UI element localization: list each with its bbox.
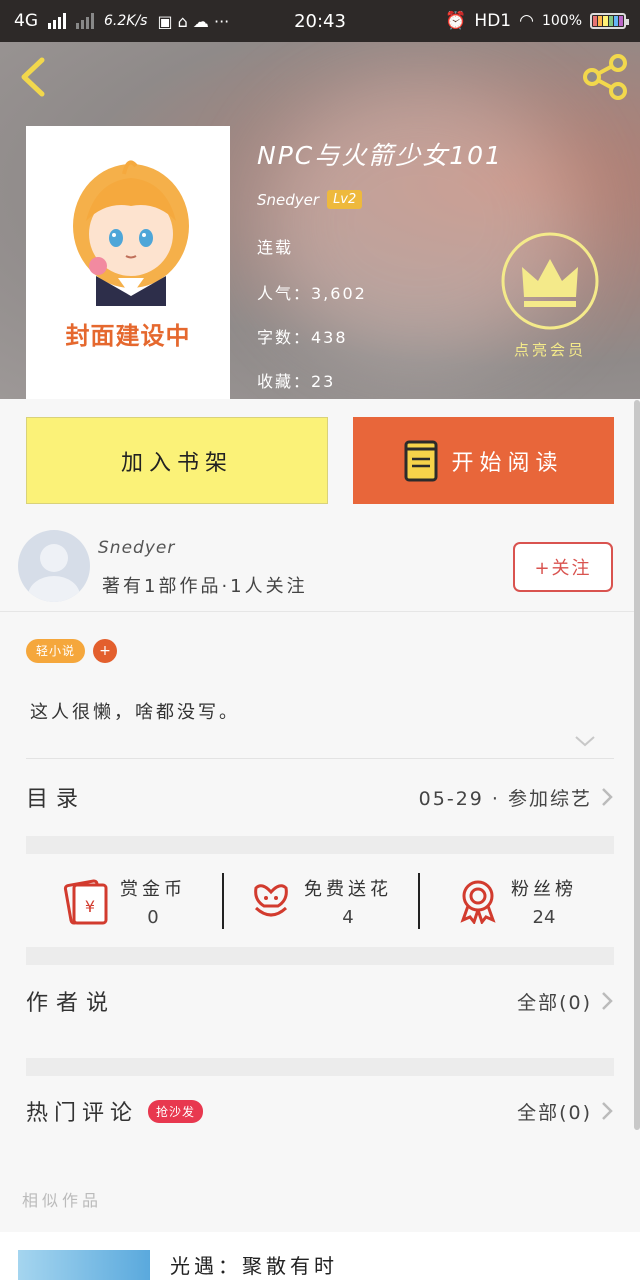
stat-label: 赏金币 (120, 878, 186, 900)
hot-comments-title: 热门评论 (26, 1101, 139, 1126)
stat-value: 24 (532, 906, 556, 928)
signal-icon (48, 13, 66, 29)
book-header: 封面建设中 NPC与火箭少女101 Snedyer Lv2 连载 人气：3,60… (0, 42, 640, 399)
chevron-down-icon (575, 736, 595, 747)
grab-sofa-badge: 抢沙发 (148, 1099, 204, 1123)
crown-icon (501, 232, 599, 330)
stat-fan-ranking[interactable]: 粉丝榜 24 (418, 857, 614, 945)
vip-button[interactable]: 点亮会员 (500, 231, 600, 361)
start-reading-button[interactable]: 开始阅读 (353, 417, 614, 504)
cover-placeholder-text: 封面建设中 (65, 322, 191, 350)
section-gap (26, 1058, 614, 1076)
hot-comments-row[interactable]: 热门评论 抢沙发 全部(0) (26, 1086, 614, 1136)
author-name[interactable]: Snedyer (257, 191, 319, 209)
section-gap (26, 836, 614, 854)
share-icon (583, 54, 627, 100)
alarm-icon: ⏰ (445, 11, 467, 31)
book-title: NPC与火箭少女101 (257, 141, 503, 170)
follow-button[interactable]: +关注 (513, 542, 613, 592)
book-intro: 这人很懒，啥都没写。 (30, 702, 240, 723)
add-tag-button[interactable]: + (93, 639, 118, 663)
add-to-shelf-label: 加入书架 (120, 450, 233, 476)
status-bar: 4G 6.2K/s ▣ ⌂ ☁ ··· 20:43 ⏰ HD1 ◠ 100% (0, 0, 640, 42)
book-cover[interactable]: 封面建设中 (26, 126, 230, 399)
stats-bar: ¥ 赏金币 0 免费送花 4 粉丝榜 24 (26, 857, 614, 945)
author-says-title: 作者说 (26, 991, 117, 1016)
add-to-shelf-button[interactable]: 加入书架 (26, 417, 328, 504)
network-label: 4G (14, 11, 38, 31)
notification-icons: ▣ ⌂ ☁ ··· (157, 11, 230, 31)
svg-text:¥: ¥ (85, 897, 95, 916)
catalog-title: 目录 (26, 787, 87, 812)
serial-status: 连载 (257, 238, 294, 257)
start-reading-label: 开始阅读 (451, 450, 564, 476)
vip-label: 点亮会员 (513, 341, 586, 359)
back-button[interactable] (14, 54, 54, 100)
book-icon (404, 440, 438, 481)
ribbon-award-icon (460, 880, 496, 924)
battery-icon (590, 13, 629, 29)
author-says-all: 全部(0) (517, 991, 592, 1014)
scrollbar[interactable] (634, 400, 640, 1130)
author-line: Snedyer Lv2 (257, 190, 363, 209)
level-badge: Lv2 (327, 190, 363, 209)
anime-girl-illustration (73, 160, 189, 306)
author-card: Snedyer 著有1部作品·1人关注 +关注 (0, 520, 640, 612)
red-envelope-icon: ¥ (63, 879, 108, 925)
stat-reward-coins[interactable]: ¥ 赏金币 0 (26, 857, 222, 945)
signal-2-icon (76, 13, 94, 29)
stat-value: 4 (342, 906, 354, 928)
hd-label: HD1 (474, 11, 512, 31)
similar-work-thumbnail (18, 1250, 150, 1280)
chevron-right-icon (602, 1102, 613, 1120)
default-avatar-icon (28, 544, 80, 602)
stat-free-flowers[interactable]: 免费送花 4 (222, 857, 418, 945)
hot-comments-all: 全部(0) (517, 1101, 592, 1124)
network-speed: 6.2K/s (104, 13, 148, 29)
similar-work-title: 光遇：聚散有时 (170, 1254, 338, 1278)
battery-percent: 100% (541, 13, 582, 29)
tag-list: 轻小说 + (26, 639, 118, 663)
chevron-left-icon (21, 57, 45, 97)
word-count: 字数：438 (257, 328, 348, 347)
favorites-count: 收藏：23 (257, 372, 336, 391)
similar-works-label: 相似作品 (22, 1191, 103, 1210)
stat-label: 免费送花 (304, 878, 392, 900)
expand-intro-button[interactable] (574, 733, 596, 752)
tag-light-novel[interactable]: 轻小说 (26, 639, 86, 663)
stat-value: 0 (147, 906, 159, 928)
chevron-right-icon (602, 788, 613, 806)
popularity: 人气：3,602 (257, 284, 367, 303)
wifi-icon: ◠ (519, 11, 534, 31)
latest-chapter: 05-29 · 参加综艺 (418, 787, 592, 810)
section-gap (26, 947, 614, 965)
catalog-row[interactable]: 目录 05-29 · 参加综艺 (26, 772, 614, 822)
divider (26, 758, 614, 759)
share-button[interactable] (580, 54, 630, 100)
chevron-right-icon (602, 992, 613, 1010)
similar-work-item[interactable]: 光遇：聚散有时 (0, 1232, 640, 1280)
stat-label: 粉丝榜 (511, 878, 577, 900)
avatar[interactable] (18, 530, 90, 602)
flower-icon (254, 884, 288, 917)
author-says-row[interactable]: 作者说 全部(0) (26, 976, 614, 1026)
author-card-name[interactable]: Snedyer (98, 538, 175, 558)
author-card-stats: 著有1部作品·1人关注 (102, 576, 308, 597)
